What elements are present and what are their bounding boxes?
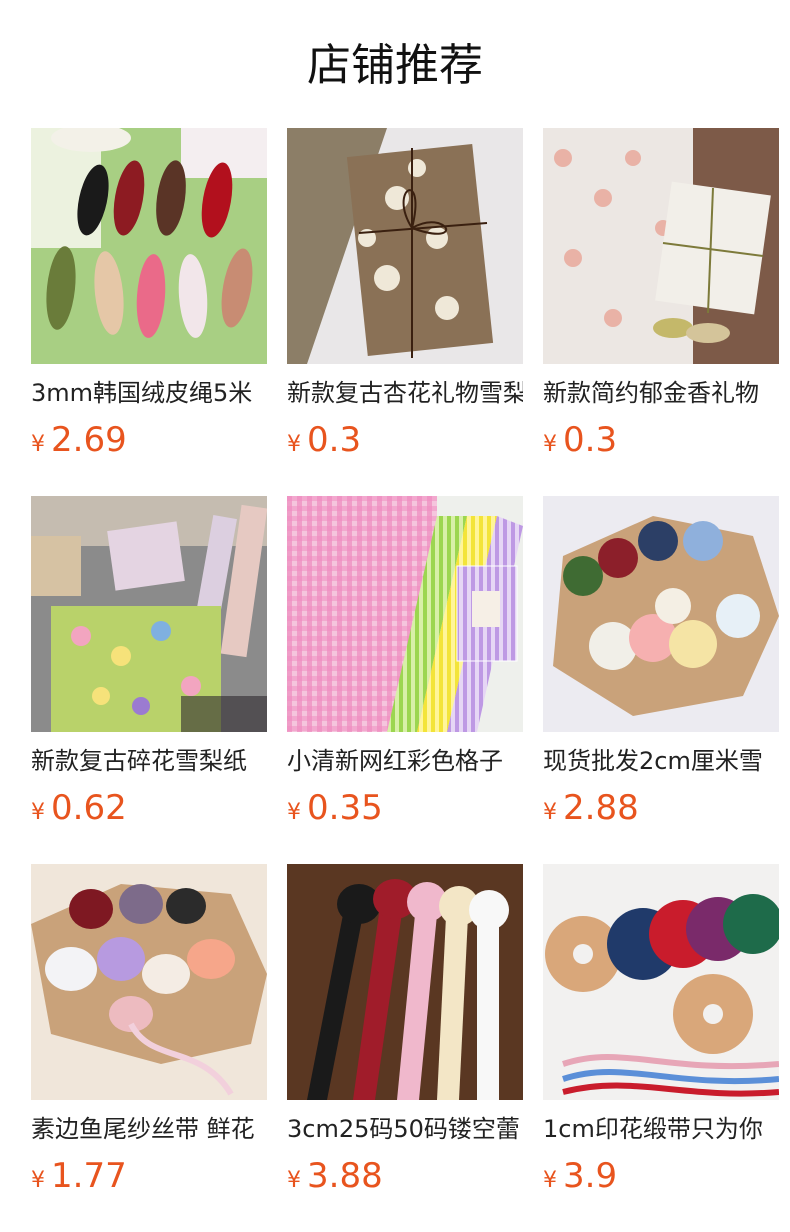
currency-symbol: ¥ [543, 432, 557, 457]
product-image[interactable] [543, 128, 779, 364]
currency-symbol: ¥ [287, 1168, 301, 1193]
product-name[interactable]: 新款复古碎花雪梨纸 [31, 744, 267, 778]
currency-symbol: ¥ [287, 800, 301, 825]
product-card[interactable]: 素边鱼尾纱丝带 鲜花 ¥1.77 [31, 864, 267, 1204]
product-price: ¥0.35 [287, 786, 383, 830]
price-value: 3.9 [563, 1156, 618, 1196]
product-price: ¥0.3 [543, 418, 617, 462]
product-image[interactable] [31, 128, 267, 364]
product-name[interactable]: 现货批发2cm厘米雪 [543, 744, 779, 778]
price-value: 2.88 [563, 788, 639, 828]
product-image[interactable] [31, 496, 267, 732]
page-title: 店铺推荐 [307, 40, 483, 91]
product-card[interactable]: 3cm25码50码镂空蕾 ¥3.88 [287, 864, 523, 1204]
product-image[interactable] [31, 864, 267, 1100]
price-value: 0.62 [51, 788, 127, 828]
product-name[interactable]: 素边鱼尾纱丝带 鲜花 [31, 1112, 267, 1146]
currency-symbol: ¥ [31, 1168, 45, 1193]
price-value: 2.69 [51, 420, 127, 460]
product-name[interactable]: 3cm25码50码镂空蕾 [287, 1112, 523, 1146]
product-card[interactable]: 新款复古碎花雪梨纸 ¥0.62 [31, 496, 267, 836]
product-card[interactable]: 新款复古杏花礼物雪梨 ¥0.3 [287, 128, 523, 468]
currency-symbol: ¥ [543, 800, 557, 825]
currency-symbol: ¥ [31, 800, 45, 825]
price-value: 3.88 [307, 1156, 383, 1196]
currency-symbol: ¥ [31, 432, 45, 457]
product-price: ¥2.88 [543, 786, 639, 830]
product-image[interactable] [287, 864, 523, 1100]
price-value: 0.35 [307, 788, 383, 828]
product-image[interactable] [287, 496, 523, 732]
price-value: 0.3 [307, 420, 362, 460]
product-price: ¥3.88 [287, 1154, 383, 1198]
product-card[interactable]: 小清新网红彩色格子 ¥0.35 [287, 496, 523, 836]
price-value: 1.77 [51, 1156, 127, 1196]
product-card[interactable]: 3mm韩国绒皮绳5米 ¥2.69 [31, 128, 267, 468]
product-card[interactable]: 1cm印花缎带只为你 ¥3.9 [543, 864, 779, 1204]
shop-recommendations-page: 店铺推荐 3mm韩国绒皮绳5米 ¥2.69 新款复古杏花礼物雪梨 ¥ 0.3 新… [0, 0, 790, 1232]
product-price: ¥2.69 [31, 418, 127, 462]
product-name[interactable]: 小清新网红彩色格子 [287, 744, 523, 778]
product-price: ¥0.3 [287, 418, 361, 462]
product-card[interactable]: 现货批发2cm厘米雪 ¥2.88 [543, 496, 779, 836]
currency-symbol: ¥ [543, 1168, 557, 1193]
product-name[interactable]: 1cm印花缎带只为你 [543, 1112, 779, 1146]
product-price: ¥3.9 [543, 1154, 617, 1198]
product-image[interactable] [543, 864, 779, 1100]
product-price: ¥0.62 [31, 786, 127, 830]
product-image[interactable] [287, 128, 523, 364]
product-card[interactable]: 新款简约郁金香礼物 ¥0.3 [543, 128, 779, 468]
product-name[interactable]: 新款简约郁金香礼物 [543, 376, 779, 410]
product-name[interactable]: 新款复古杏花礼物雪梨 [287, 376, 523, 410]
currency-symbol: ¥ [287, 432, 301, 457]
product-name[interactable]: 3mm韩国绒皮绳5米 [31, 376, 267, 410]
product-price: ¥1.77 [31, 1154, 127, 1198]
product-image[interactable] [543, 496, 779, 732]
price-value: 0.3 [563, 420, 618, 460]
